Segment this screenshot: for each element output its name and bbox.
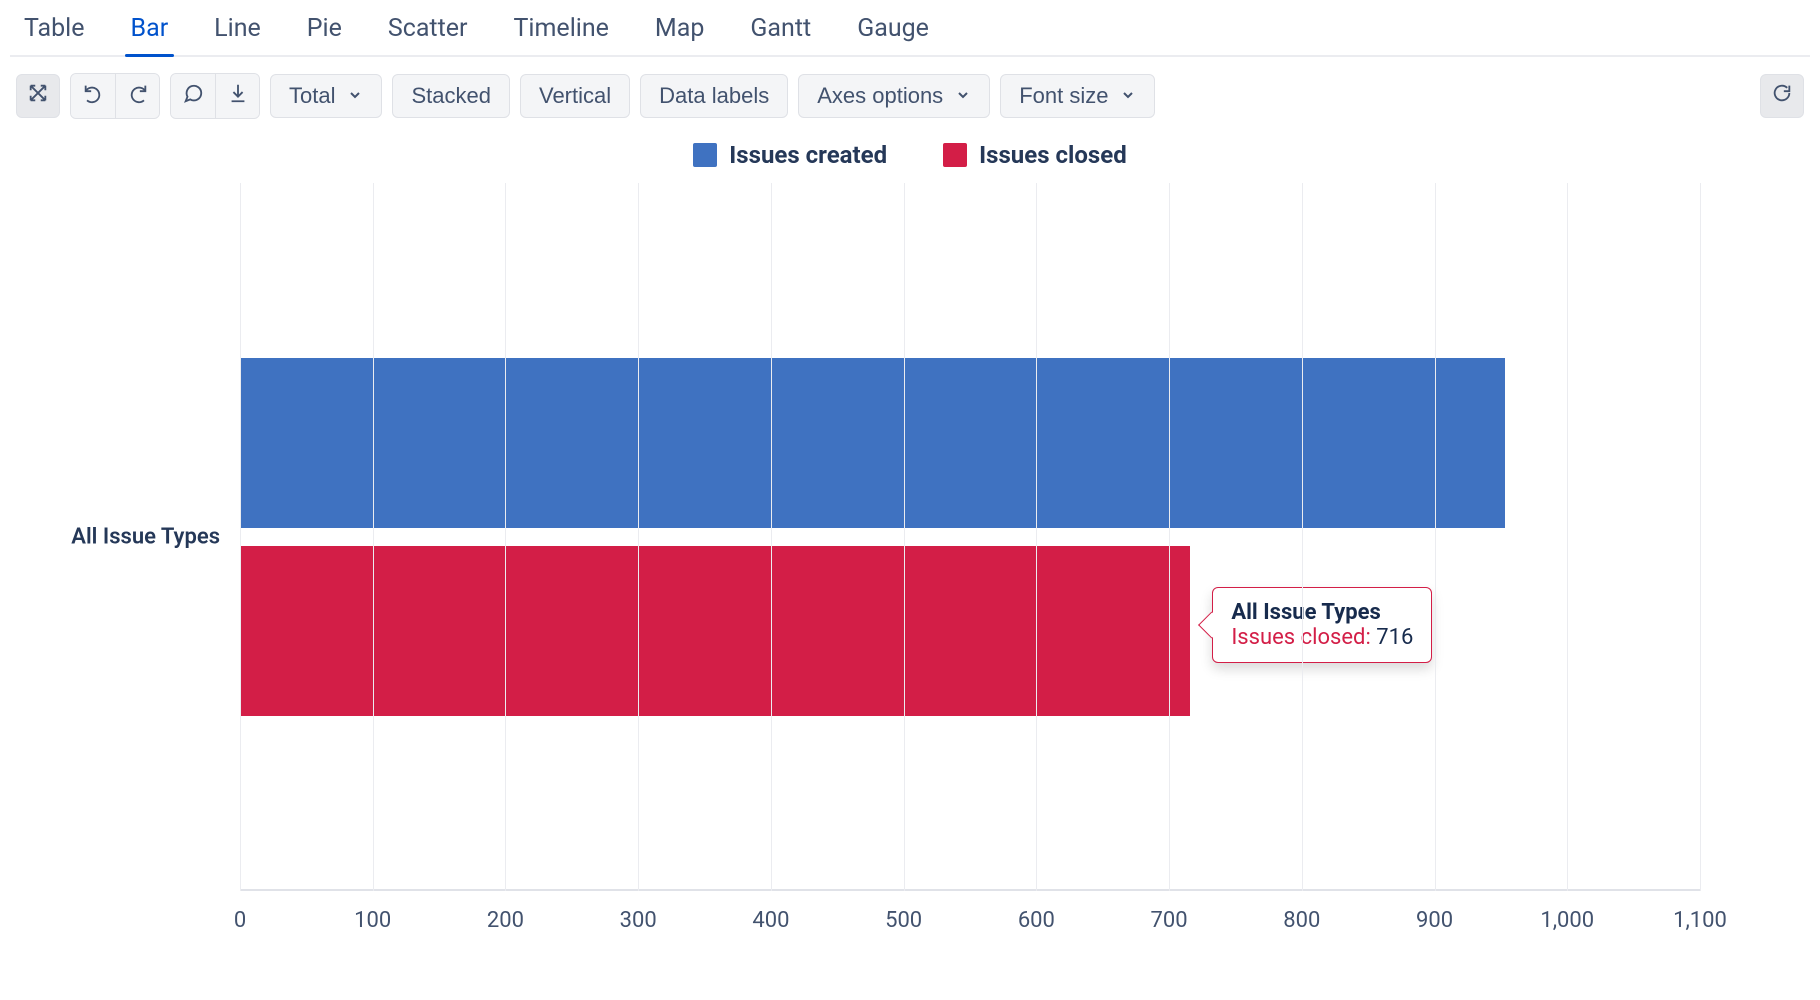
undo-button[interactable] bbox=[71, 74, 115, 118]
tooltip-value: 716 bbox=[1376, 625, 1413, 650]
bar-chart: All Issue Types All Issue Types Issues c… bbox=[30, 183, 1760, 943]
tab-bar[interactable]: Bar bbox=[125, 10, 175, 55]
legend-item-closed[interactable]: Issues closed bbox=[943, 141, 1127, 169]
chart-tooltip: All Issue Types Issues closed: 716 bbox=[1212, 587, 1432, 663]
font-size-label: Font size bbox=[1019, 83, 1108, 109]
grid-line bbox=[1302, 183, 1303, 891]
x-axis-tick-label: 100 bbox=[354, 908, 391, 933]
comment-button[interactable] bbox=[171, 74, 215, 118]
tab-table[interactable]: Table bbox=[18, 10, 91, 55]
bar-issues-closed[interactable] bbox=[240, 546, 1190, 716]
axes-options-dropdown[interactable]: Axes options bbox=[798, 74, 990, 118]
x-axis-tick-label: 600 bbox=[1018, 908, 1055, 933]
download-icon bbox=[227, 82, 249, 110]
x-axis-tick-label: 0 bbox=[234, 908, 246, 933]
chart-toolbar: Total Stacked Vertical Data labels Axes … bbox=[10, 57, 1810, 135]
tooltip-category: All Issue Types bbox=[1231, 600, 1413, 625]
orientation-toggle[interactable]: Vertical bbox=[520, 74, 630, 118]
refresh-icon bbox=[1771, 82, 1793, 110]
chevron-down-icon bbox=[1120, 83, 1136, 109]
redo-button[interactable] bbox=[115, 74, 159, 118]
tab-map[interactable]: Map bbox=[649, 10, 710, 55]
x-axis-tick-label: 400 bbox=[752, 908, 789, 933]
x-axis-line bbox=[240, 889, 1700, 891]
legend-swatch bbox=[693, 143, 717, 167]
bar-issues-created[interactable] bbox=[240, 358, 1505, 528]
legend-swatch bbox=[943, 143, 967, 167]
grid-line bbox=[505, 183, 506, 891]
x-axis-tick-label: 300 bbox=[620, 908, 657, 933]
grid-line bbox=[904, 183, 905, 891]
grid-line bbox=[1567, 183, 1568, 891]
chart-legend: Issues created Issues closed bbox=[10, 141, 1810, 169]
tab-pie[interactable]: Pie bbox=[301, 10, 348, 55]
grid-line bbox=[1435, 183, 1436, 891]
stacked-toggle[interactable]: Stacked bbox=[392, 74, 510, 118]
chevron-down-icon bbox=[347, 83, 363, 109]
orientation-label: Vertical bbox=[539, 83, 611, 109]
axes-options-label: Axes options bbox=[817, 83, 943, 109]
x-axis-tick-label: 500 bbox=[885, 908, 922, 933]
data-labels-label: Data labels bbox=[659, 83, 769, 109]
comment-icon bbox=[182, 82, 204, 110]
grid-line bbox=[1036, 183, 1037, 891]
aggregation-label: Total bbox=[289, 83, 335, 109]
grid-line bbox=[1169, 183, 1170, 891]
grid-line bbox=[1700, 183, 1701, 891]
grid-line bbox=[638, 183, 639, 891]
fullscreen-button[interactable] bbox=[16, 74, 60, 118]
history-group bbox=[70, 73, 160, 119]
annotate-export-group bbox=[170, 73, 260, 119]
grid-line bbox=[373, 183, 374, 891]
grid-line bbox=[771, 183, 772, 891]
legend-item-created[interactable]: Issues created bbox=[693, 141, 887, 169]
tab-gantt[interactable]: Gantt bbox=[744, 10, 817, 55]
font-size-dropdown[interactable]: Font size bbox=[1000, 74, 1155, 118]
redo-icon bbox=[127, 82, 149, 110]
chart-type-tabs: Table Bar Line Pie Scatter Timeline Map Gantt Ga… bbox=[10, 0, 1810, 57]
undo-icon bbox=[82, 82, 104, 110]
tab-line[interactable]: Line bbox=[208, 10, 267, 55]
chevron-down-icon bbox=[955, 83, 971, 109]
tab-gauge[interactable]: Gauge bbox=[851, 10, 935, 55]
x-axis-tick-label: 200 bbox=[487, 908, 524, 933]
tab-scatter[interactable]: Scatter bbox=[382, 10, 474, 55]
y-axis-category-label: All Issue Types bbox=[71, 525, 220, 550]
x-axis-tick-label: 700 bbox=[1151, 908, 1188, 933]
data-labels-toggle[interactable]: Data labels bbox=[640, 74, 788, 118]
aggregation-dropdown[interactable]: Total bbox=[270, 74, 382, 118]
refresh-button[interactable] bbox=[1760, 74, 1804, 118]
x-axis-tick-label: 1,100 bbox=[1673, 908, 1727, 933]
legend-label: Issues closed bbox=[979, 141, 1127, 169]
expand-icon bbox=[27, 82, 49, 110]
x-axis-tick-label: 1,000 bbox=[1540, 908, 1594, 933]
download-button[interactable] bbox=[215, 74, 259, 118]
stacked-label: Stacked bbox=[411, 83, 491, 109]
x-axis-tick-label: 900 bbox=[1416, 908, 1453, 933]
x-axis-tick-label: 800 bbox=[1283, 908, 1320, 933]
grid-line bbox=[240, 183, 241, 891]
tab-timeline[interactable]: Timeline bbox=[508, 10, 615, 55]
plot-area: All Issue Types Issues closed: 716 01002… bbox=[240, 183, 1700, 891]
legend-label: Issues created bbox=[729, 141, 887, 169]
